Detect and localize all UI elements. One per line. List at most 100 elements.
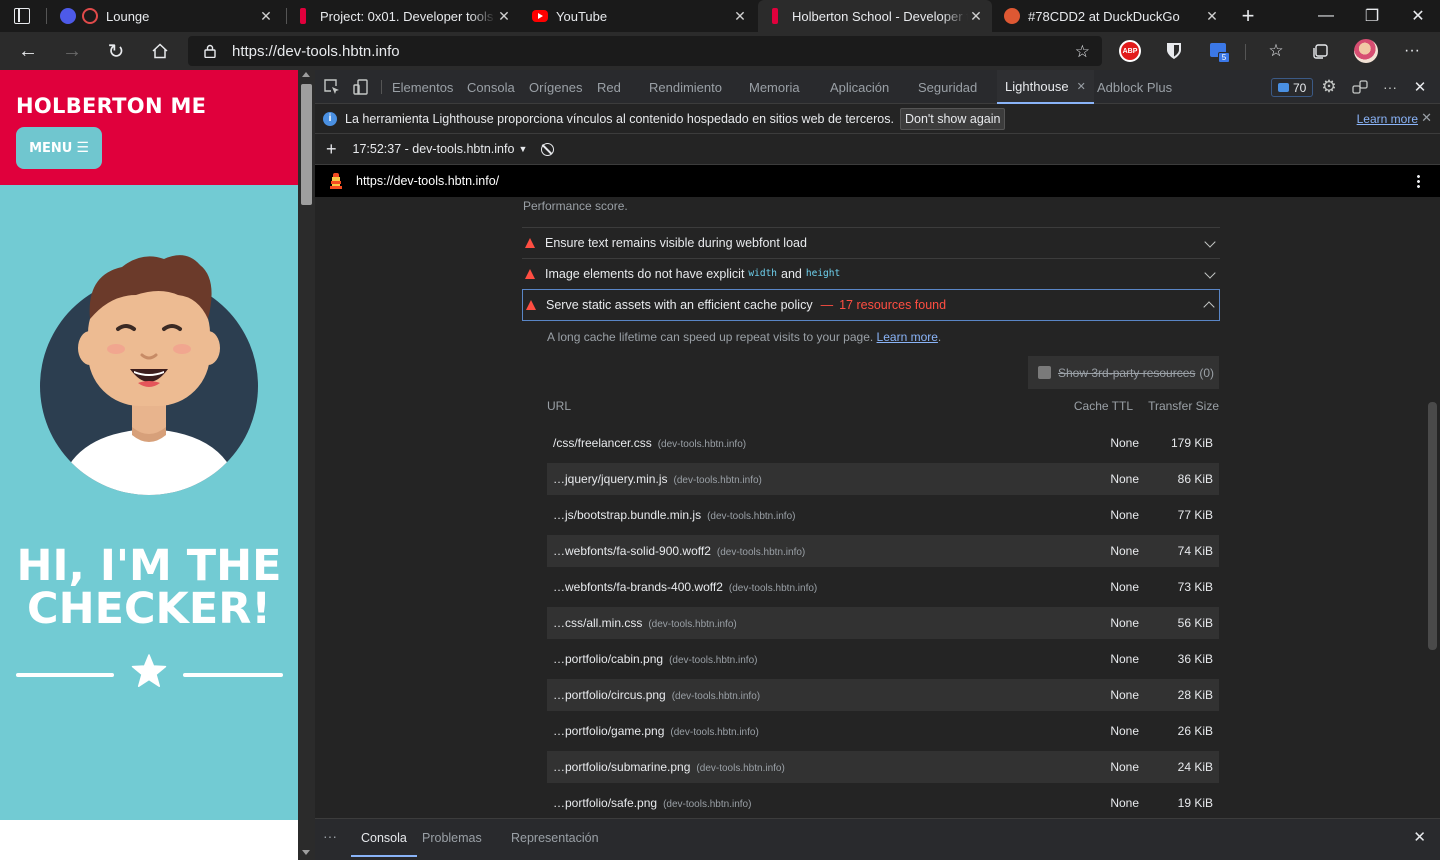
- clear-reports-icon[interactable]: [541, 142, 555, 156]
- more-options-icon[interactable]: ···: [1380, 77, 1400, 97]
- close-icon[interactable]: ✕: [1077, 80, 1086, 93]
- resource-url[interactable]: …portfolio/game.png: [553, 724, 664, 738]
- report-menu-icon[interactable]: [1417, 174, 1420, 188]
- tab-origenes[interactable]: Orígenes: [529, 70, 582, 104]
- resource-url[interactable]: …js/bootstrap.bundle.min.js: [553, 508, 701, 522]
- issues-counter-button[interactable]: 70: [1271, 78, 1314, 97]
- resource-host: (dev-tools.hbtn.info): [716, 547, 806, 558]
- close-icon[interactable]: ✕: [496, 8, 512, 24]
- settings-more-button[interactable]: ···: [1398, 37, 1426, 65]
- tab-adblock-plus[interactable]: Adblock Plus: [1097, 70, 1172, 104]
- address-bar[interactable]: https://dev-tools.hbtn.info ☆: [188, 36, 1102, 66]
- resource-url-cell[interactable]: …jquery/jquery.min.js (dev-tools.hbtn.inf…: [553, 472, 1079, 486]
- connect-device-icon[interactable]: [1350, 77, 1370, 97]
- resource-url-cell[interactable]: /css/freelancer.css (dev-tools.hbtn.info): [553, 436, 1079, 450]
- bitwarden-extension-button[interactable]: [1160, 37, 1188, 65]
- gear-icon[interactable]: ⚙: [1319, 77, 1339, 97]
- show-third-party-toggle[interactable]: Show 3rd-party resources (0): [1028, 356, 1219, 389]
- reload-button[interactable]: ↻: [100, 35, 132, 67]
- collections-button[interactable]: [1306, 37, 1334, 65]
- resource-url[interactable]: …portfolio/circus.png: [553, 688, 666, 702]
- profile-avatar-button[interactable]: [1352, 37, 1380, 65]
- new-tab-button[interactable]: +: [1236, 3, 1260, 28]
- close-icon[interactable]: ✕: [258, 8, 274, 24]
- resource-url-cell[interactable]: …portfolio/circus.png (dev-tools.hbtn.inf…: [553, 688, 1079, 702]
- close-icon[interactable]: ✕: [732, 8, 748, 24]
- resource-url-cell[interactable]: …js/bootstrap.bundle.min.js (dev-tools.hb…: [553, 508, 1079, 522]
- resource-url-cell[interactable]: …webfonts/fa-brands-400.woff2 (dev-tools.…: [553, 580, 1079, 594]
- tab-lighthouse[interactable]: Lighthouse ✕: [997, 70, 1094, 104]
- tab-elementos[interactable]: Elementos: [392, 70, 453, 104]
- scroll-down-arrow-icon[interactable]: [302, 850, 310, 855]
- audit-webfont[interactable]: Ensure text remains visible during webfo…: [522, 227, 1220, 257]
- close-icon[interactable]: ✕: [968, 8, 984, 24]
- report-selector[interactable]: 17:52:37 - dev-tools.hbtn.info ▼: [353, 142, 528, 156]
- inspect-element-icon[interactable]: [322, 77, 342, 97]
- resource-url-cell[interactable]: …portfolio/safe.png (dev-tools.hbtn.info): [553, 796, 1079, 810]
- scroll-up-arrow-icon[interactable]: [302, 72, 310, 77]
- scroll-thumb[interactable]: [1428, 402, 1437, 650]
- minimize-button[interactable]: —: [1303, 0, 1349, 32]
- learn-more-link[interactable]: Learn more: [1357, 112, 1418, 126]
- report-url[interactable]: https://dev-tools.hbtn.info/: [356, 174, 499, 188]
- resource-url[interactable]: …portfolio/submarine.png: [553, 760, 690, 774]
- menu-button[interactable]: MENU ☰: [16, 127, 102, 169]
- close-icon[interactable]: ✕: [1421, 110, 1432, 126]
- drawer-tab-representacion[interactable]: Representación: [511, 819, 599, 857]
- tab-red[interactable]: Red: [597, 70, 621, 104]
- restore-button[interactable]: ❐: [1349, 0, 1395, 32]
- tab-actions-icon[interactable]: [14, 8, 30, 24]
- drawer-tab-problemas[interactable]: Problemas: [422, 819, 482, 857]
- close-window-button[interactable]: ✕: [1395, 0, 1440, 32]
- close-drawer-icon[interactable]: ✕: [1413, 828, 1426, 846]
- forward-button[interactable]: →: [56, 35, 88, 67]
- lock-icon[interactable]: [204, 44, 216, 58]
- favorites-button[interactable]: ☆: [1262, 37, 1290, 65]
- extension-with-badge-button[interactable]: 5: [1204, 37, 1232, 65]
- audit-image-dimensions[interactable]: Image elements do not have explicit widt…: [522, 258, 1220, 288]
- resource-url[interactable]: …portfolio/cabin.png: [553, 652, 663, 666]
- resource-url-cell[interactable]: …webfonts/fa-solid-900.woff2 (dev-tools.h…: [553, 544, 1079, 558]
- audit-cache-policy[interactable]: Serve static assets with an efficient ca…: [522, 289, 1220, 321]
- resource-url[interactable]: …css/all.min.css: [553, 616, 642, 630]
- tab-consola[interactable]: Consola: [467, 70, 515, 104]
- tab-aplicacion[interactable]: Aplicación: [830, 70, 889, 104]
- close-icon[interactable]: ✕: [1204, 8, 1220, 24]
- table-row: …portfolio/circus.png (dev-tools.hbtn.inf…: [547, 679, 1219, 711]
- tab-rendimiento[interactable]: Rendimiento: [649, 70, 722, 104]
- resource-url-cell[interactable]: …portfolio/game.png (dev-tools.hbtn.info): [553, 724, 1079, 738]
- resource-url-cell[interactable]: …portfolio/cabin.png (dev-tools.hbtn.info…: [553, 652, 1079, 666]
- dont-show-again-button[interactable]: Don't show again: [899, 107, 1006, 130]
- browser-tab-youtube[interactable]: YouTube ✕: [522, 0, 756, 32]
- cache-learn-more-link[interactable]: Learn more: [877, 330, 938, 344]
- resource-url-cell[interactable]: …portfolio/submarine.png (dev-tools.hbtn.…: [553, 760, 1079, 774]
- browser-tab-project[interactable]: Project: 0x01. Developer tools | I ✕: [288, 0, 520, 32]
- resource-url[interactable]: …portfolio/safe.png: [553, 796, 657, 810]
- back-button[interactable]: ←: [12, 35, 44, 67]
- browser-tab-holberton-active[interactable]: Holberton School - Developer to ✕: [758, 0, 992, 32]
- resource-url[interactable]: …webfonts/fa-brands-400.woff2: [553, 580, 723, 594]
- resource-url-cell[interactable]: …css/all.min.css (dev-tools.hbtn.info): [553, 616, 1079, 630]
- resource-url[interactable]: …jquery/jquery.min.js: [553, 472, 667, 486]
- page-scrollbar[interactable]: [298, 70, 315, 860]
- table-row: …portfolio/cabin.png (dev-tools.hbtn.info…: [547, 643, 1219, 675]
- close-devtools-icon[interactable]: ✕: [1410, 77, 1430, 97]
- drawer-more-icon[interactable]: ···: [323, 828, 337, 844]
- abp-icon: ABP: [1119, 40, 1141, 62]
- resource-url[interactable]: …webfonts/fa-solid-900.woff2: [553, 544, 711, 558]
- third-party-checkbox[interactable]: [1038, 366, 1051, 379]
- favorite-add-icon[interactable]: ☆: [1075, 42, 1090, 62]
- scroll-thumb[interactable]: [301, 84, 312, 205]
- home-button[interactable]: [144, 35, 176, 67]
- adblock-extension-button[interactable]: ABP: [1116, 37, 1144, 65]
- site-brand[interactable]: HOLBERTON ME: [16, 94, 206, 118]
- browser-tab-duckduckgo[interactable]: #78CDD2 at DuckDuckGo ✕: [994, 0, 1228, 32]
- tab-memoria[interactable]: Memoria: [749, 70, 800, 104]
- device-emulation-icon[interactable]: [351, 77, 371, 97]
- browser-tab-lounge[interactable]: Lounge ✕: [50, 0, 282, 32]
- drawer-tab-consola[interactable]: Consola: [351, 819, 417, 857]
- new-report-button[interactable]: +: [326, 139, 337, 160]
- resource-url[interactable]: /css/freelancer.css: [553, 436, 652, 450]
- tab-seguridad[interactable]: Seguridad: [918, 70, 977, 104]
- report-scrollbar[interactable]: [1425, 197, 1440, 818]
